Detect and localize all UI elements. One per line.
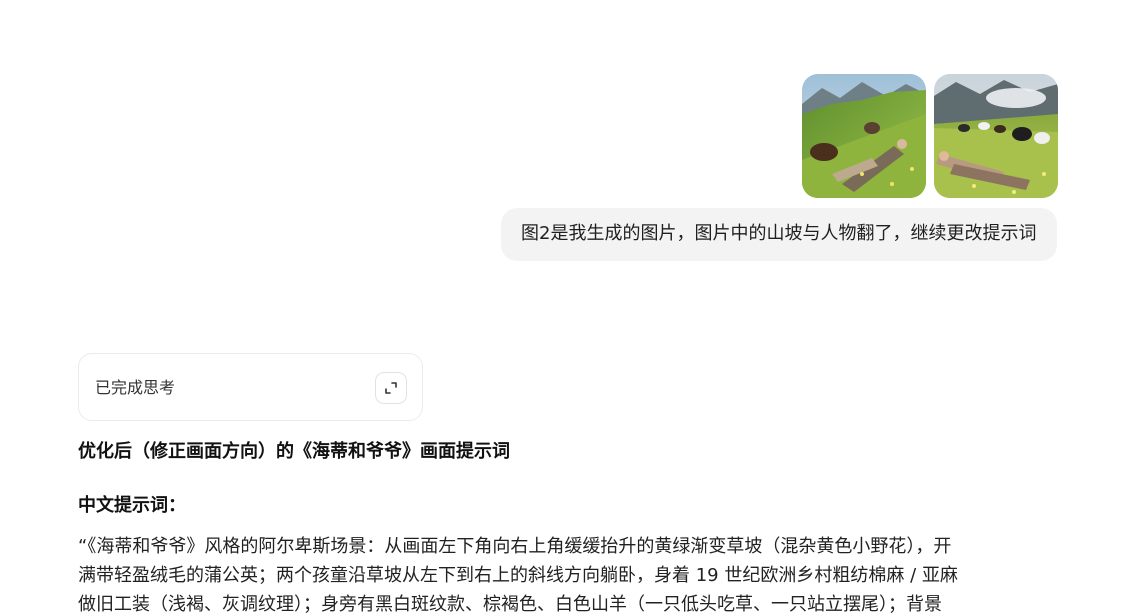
thinking-card[interactable]: 已完成思考 xyxy=(78,353,423,421)
user-attachments xyxy=(802,74,1058,198)
expand-icon xyxy=(385,382,397,394)
image-thumbnail-icon xyxy=(934,74,1058,198)
image-thumbnail-icon xyxy=(802,74,926,198)
paragraph-line: “《海蒂和爷爷》风格的阿尔卑斯场景：从画面左下角向右上角缓缓抬升的黄绿渐变草坡（… xyxy=(78,536,952,557)
response-subheading: 中文提示词： xyxy=(78,495,186,516)
user-message-text: 图2是我生成的图片，图片中的山坡与人物翻了，继续更改提示词 xyxy=(521,223,1037,244)
paragraph-line: 做旧工装（浅褐、灰调纹理）；身旁有黑白斑纹款、棕褐色、白色山羊（一只低头吃草、一… xyxy=(78,594,942,615)
attachment-image-2[interactable] xyxy=(934,74,1058,198)
response-paragraph: “《海蒂和爷爷》风格的阿尔卑斯场景：从画面左下角向右上角缓缓抬升的黄绿渐变草坡（… xyxy=(78,532,1068,616)
paragraph-line: 满带轻盈绒毛的蒲公英；两个孩童沿草坡从左下到右上的斜线方向躺卧，身着 19 世纪… xyxy=(78,565,958,586)
thinking-status-label: 已完成思考 xyxy=(95,378,176,397)
response-heading: 优化后（修正画面方向）的《海蒂和爷爷》画面提示词 xyxy=(78,441,510,462)
expand-thinking-button[interactable] xyxy=(375,372,407,404)
attachment-image-1[interactable] xyxy=(802,74,926,198)
user-message-bubble: 图2是我生成的图片，图片中的山坡与人物翻了，继续更改提示词 xyxy=(501,208,1057,261)
chat-page: 图2是我生成的图片，图片中的山坡与人物翻了，继续更改提示词 已完成思考 优化后（… xyxy=(0,0,1125,616)
